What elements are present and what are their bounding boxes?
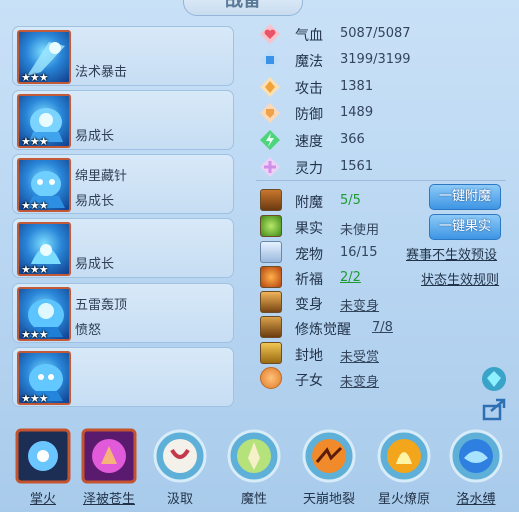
shield-gem-icon (260, 103, 280, 123)
cross-gem-icon (260, 157, 280, 177)
fief-icon (260, 342, 282, 364)
demon-nature-icon (227, 429, 281, 483)
card-trait: 易成长 (75, 129, 115, 144)
children-icon (260, 367, 282, 389)
cultivation-icon (260, 316, 282, 338)
status-rule-link[interactable]: 状态生效规则 (421, 269, 499, 288)
heart-gem-icon (260, 24, 280, 44)
stat-mp: 魔法 3199/3199 (259, 48, 509, 72)
pet-card-2[interactable]: ★★★ 易成长 (12, 90, 234, 150)
star-rating: ★★★ (21, 328, 49, 341)
stat-defense: 防御 1489 (259, 101, 509, 125)
bless-hand-icon (81, 428, 137, 484)
bolt-gem-icon (260, 130, 280, 150)
card-skill: 五雷轰顶 (75, 298, 128, 313)
card-trait: 法术暴击 (75, 65, 128, 80)
stat-spirit: 灵力 1561 (259, 155, 509, 179)
stat-attack: 攻击 1381 (259, 75, 509, 99)
prairie-fire-icon (377, 429, 431, 483)
transform-icon (260, 291, 282, 313)
row-children: 子女 未变身 (259, 367, 519, 391)
card-trait: 愤怒 (75, 323, 102, 338)
earthquake-icon (302, 429, 356, 483)
diamond-gem-icon (260, 77, 280, 97)
skill-4[interactable]: 魔性 (221, 426, 287, 512)
river-bind-icon (449, 429, 503, 483)
stat-speed: 速度 366 (259, 128, 509, 152)
one-click-fruit-button[interactable]: 一键果实 (429, 214, 501, 240)
gem-shop-icon[interactable] (481, 366, 507, 392)
pet-card-1[interactable]: ★★★ 法术暴击 (12, 26, 234, 86)
enchant-icon (260, 189, 282, 211)
skill-7[interactable]: 洛水缚 (443, 426, 509, 512)
row-transform: 变身 未变身 (259, 291, 519, 315)
share-icon[interactable] (481, 396, 507, 422)
battle-prep-panel: 战备 ★★★ 法术暴击 ★★★ 易成长 ★★★ 绵里藏针 易成长 ★★★ 易成长 (0, 0, 519, 512)
skill-6[interactable]: 星火燎原 (371, 426, 437, 512)
card-skill: 绵里藏针 (75, 169, 128, 184)
pet-card-3[interactable]: ★★★ 绵里藏针 易成长 (12, 154, 234, 214)
stat-hp: 气血 5087/5087 (259, 22, 509, 46)
star-rating: ★★★ (21, 263, 49, 276)
fruit-icon (260, 215, 282, 237)
star-rating: ★★★ (21, 135, 49, 148)
skill-1[interactable]: 掌火 (10, 426, 76, 512)
event-preset-link[interactable]: 赛事不生效预设 (406, 244, 497, 263)
section-divider (256, 180, 506, 181)
row-cultivation: 修炼觉醒 7/8 (259, 316, 519, 340)
star-rating: ★★★ (21, 71, 49, 84)
square-gem-icon (260, 50, 280, 70)
card-trait: 易成长 (75, 194, 115, 209)
pet-card-6[interactable]: ★★★ (12, 347, 234, 407)
pet-card-5[interactable]: ★★★ 五雷轰顶 愤怒 (12, 283, 234, 343)
card-trait: 易成长 (75, 257, 115, 272)
blessing-icon (260, 266, 282, 288)
star-rating: ★★★ (21, 199, 49, 212)
star-rating: ★★★ (21, 392, 49, 405)
pet-card-4[interactable]: ★★★ 易成长 (12, 218, 234, 278)
one-click-enchant-button[interactable]: 一键附魔 (429, 184, 501, 210)
absorb-icon (153, 429, 207, 483)
skill-3[interactable]: 汲取 (147, 426, 213, 512)
row-fief: 封地 未受赏 (259, 342, 519, 366)
skill-5[interactable]: 天崩地裂 (296, 426, 362, 512)
skill-2[interactable]: 泽被苍生 (76, 426, 142, 512)
pet-icon (260, 241, 282, 263)
panel-title: 战备 (183, 0, 303, 16)
palm-fire-icon (15, 428, 71, 484)
